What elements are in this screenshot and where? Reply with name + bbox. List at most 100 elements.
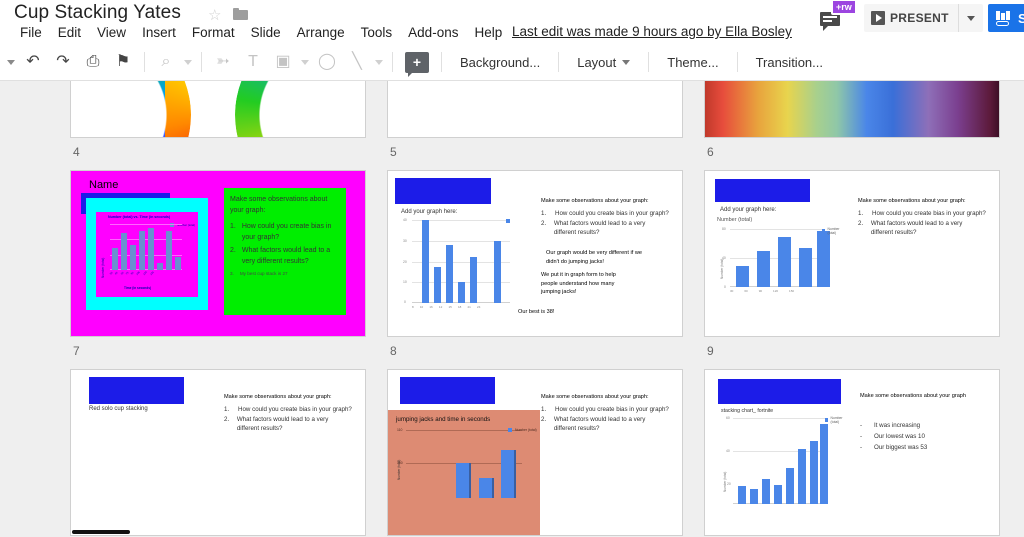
slide-row: Number: [0, 81, 1024, 170]
list-item: 2. What factors would lead to a very diff…: [224, 415, 329, 432]
slide-thumbnail-10[interactable]: Red solo cup stacking Make some observat…: [70, 369, 366, 536]
slide-thumbnail-9[interactable]: Add your graph here: Number (total) Numb…: [704, 170, 1000, 337]
slide-number-5: 5: [390, 145, 397, 159]
star-icon[interactable]: ☆: [208, 6, 221, 24]
slide-thumbnail-12[interactable]: stacking chart_ fortnite Number (total): [704, 369, 1000, 536]
text-box-icon[interactable]: T: [238, 48, 268, 76]
list-item: 1. How could you create bias in your grap…: [541, 210, 669, 217]
list-item: 1. How could you create bias in your grap…: [541, 406, 669, 413]
comments-button[interactable]: +rw: [818, 0, 857, 32]
slide-cell-7: Name Number (total) vs. Time (in seconds…: [70, 170, 366, 369]
slide-cell-6: Number 14 13: [704, 81, 1000, 170]
menu-item-format[interactable]: Format: [184, 23, 243, 43]
menu-item-view[interactable]: View: [89, 23, 134, 43]
shape-icon[interactable]: ◯: [312, 48, 342, 76]
slide10-obs-list: 1. How could you create bias in your grap…: [224, 406, 352, 434]
slide-thumbnail-4[interactable]: Number: [70, 81, 366, 138]
slide-number-6: 6: [707, 145, 714, 159]
slide-thumbnail-7[interactable]: Name Number (total) vs. Time (in seconds…: [70, 170, 366, 337]
menu-item-slide[interactable]: Slide: [243, 23, 289, 43]
collaborator-badge: +rw: [831, 0, 857, 15]
rainbow-decoration-right: [235, 81, 365, 137]
paint-format-icon[interactable]: ⚑: [108, 48, 138, 76]
divider: [648, 52, 650, 72]
menu-bar: File Edit View Insert Format Slide Arran…: [12, 23, 510, 43]
legend-label: Number (total): [830, 416, 843, 424]
slide8-chart: 40 30 20 10 0 8 10 16 12 15 18 21 24: [402, 217, 510, 309]
slide-thumbnail-8[interactable]: Add your graph here: 40 30 20 10 0 8 10 …: [387, 170, 683, 337]
slide-cell-12: stacking chart_ fortnite Number (total): [704, 369, 1000, 537]
slide-cell-11: jumping jacks and time in seconds Number…: [387, 369, 683, 537]
zoom-icon[interactable]: ⌕: [151, 48, 181, 76]
slide-thumbnail-6[interactable]: Number 14 13: [704, 81, 1000, 138]
image-icon[interactable]: ▣: [268, 48, 298, 76]
slide11-chart-panel: jumping jacks and time in seconds Number…: [388, 410, 540, 535]
background-button[interactable]: Background...: [448, 48, 552, 76]
list-item: 3. My best cup stack is 27: [230, 271, 288, 277]
slide-number-8: 8: [390, 344, 397, 358]
chevron-down-icon: [966, 15, 975, 21]
line-dropdown-caret[interactable]: [372, 48, 386, 76]
last-edit-link[interactable]: Last edit was made 9 hours ago by Ella B…: [512, 24, 792, 39]
slide10-caption: Red solo cup stacking: [89, 406, 148, 412]
slide-grid[interactable]: Number: [0, 81, 1024, 537]
folder-icon[interactable]: [233, 8, 248, 20]
document-title[interactable]: Cup Stacking Yates: [14, 2, 181, 24]
present-button[interactable]: PRESENT: [864, 4, 958, 32]
share-button[interactable]: Share: [988, 4, 1024, 32]
list-item: 2. What factors would lead to a very diff…: [541, 415, 646, 432]
chart-y-tick: 40: [726, 449, 730, 453]
slide-thumbnail-11[interactable]: jumping jacks and time in seconds Number…: [387, 369, 683, 536]
list-item: - Our lowest was 10: [860, 432, 925, 440]
list-item: 2. What factors would lead to a very diff…: [858, 219, 963, 236]
chart-y-tick: 40: [403, 218, 407, 222]
theme-button[interactable]: Theme...: [655, 48, 730, 76]
slide8-graph-here-label: Add your graph here:: [401, 209, 458, 215]
legend-label: Number (total): [827, 227, 840, 235]
legend-label: Number (total): [515, 428, 537, 432]
slide9-obs-list: 1. How could you create bias in your grap…: [858, 210, 986, 238]
print-icon[interactable]: ⎙: [78, 48, 108, 76]
transition-button[interactable]: Transition...: [744, 48, 835, 76]
slide10-title-placeholder: [89, 377, 184, 404]
menu-item-insert[interactable]: Insert: [134, 23, 184, 43]
toolbar-overflow-caret[interactable]: [4, 48, 18, 76]
new-slide-button[interactable]: +: [399, 51, 435, 77]
image-dropdown-caret[interactable]: [298, 48, 312, 76]
horizontal-scrollbar[interactable]: [72, 530, 130, 534]
list-item: 1. How could you create bias in your grap…: [230, 223, 332, 241]
line-icon[interactable]: ╲: [342, 48, 372, 76]
slide-row: Name Number (total) vs. Time (in seconds…: [0, 170, 1024, 369]
chart-y-tick: 10: [403, 280, 407, 284]
slide-thumbnail-5[interactable]: Number 306090120150180210240: [387, 81, 683, 138]
slide8-note-1: Our graph would be very different if we …: [546, 250, 642, 265]
chart-y-tick: 40: [722, 256, 726, 260]
slide7-observation-box: Make some observations about your graph:…: [224, 188, 346, 315]
menu-item-addons[interactable]: Add-ons: [400, 23, 466, 43]
redo-icon[interactable]: ↷: [48, 48, 78, 76]
slide7-obs-list: 1. How could you create bias in your grap…: [230, 222, 340, 277]
menu-item-arrange[interactable]: Arrange: [289, 23, 353, 43]
slide10-obs-heading: Make some observations about your graph:: [224, 394, 332, 400]
layout-button[interactable]: Layout: [565, 48, 642, 76]
menu-item-help[interactable]: Help: [466, 23, 510, 43]
chart-y-tick: 0: [404, 300, 406, 304]
present-button-group[interactable]: PRESENT: [864, 4, 983, 32]
zoom-dropdown-caret[interactable]: [181, 48, 195, 76]
play-icon: [871, 11, 885, 25]
slide7-chart-container: Number (total) vs. Time (in seconds) Num…: [86, 198, 208, 310]
present-dropdown-button[interactable]: [959, 4, 983, 32]
slide8-title-placeholder: [395, 178, 491, 204]
slide-row: Red solo cup stacking Make some observat…: [0, 369, 1024, 537]
chart-legend: Number (total): [825, 416, 844, 424]
list-item: 1. How could you create bias in your grap…: [858, 210, 986, 217]
menu-item-file[interactable]: File: [12, 23, 50, 43]
undo-icon[interactable]: ↶: [18, 48, 48, 76]
menu-item-edit[interactable]: Edit: [50, 23, 89, 43]
chart-plot-area: [733, 418, 828, 504]
menu-item-tools[interactable]: Tools: [353, 23, 401, 43]
select-icon[interactable]: ➳: [208, 48, 238, 76]
chart-plot-area: [730, 229, 830, 287]
rainbow-gradient-background: [705, 81, 999, 137]
slide12-bullet-list: - It was increasing - Our lowest was 10 -O…: [860, 422, 988, 453]
